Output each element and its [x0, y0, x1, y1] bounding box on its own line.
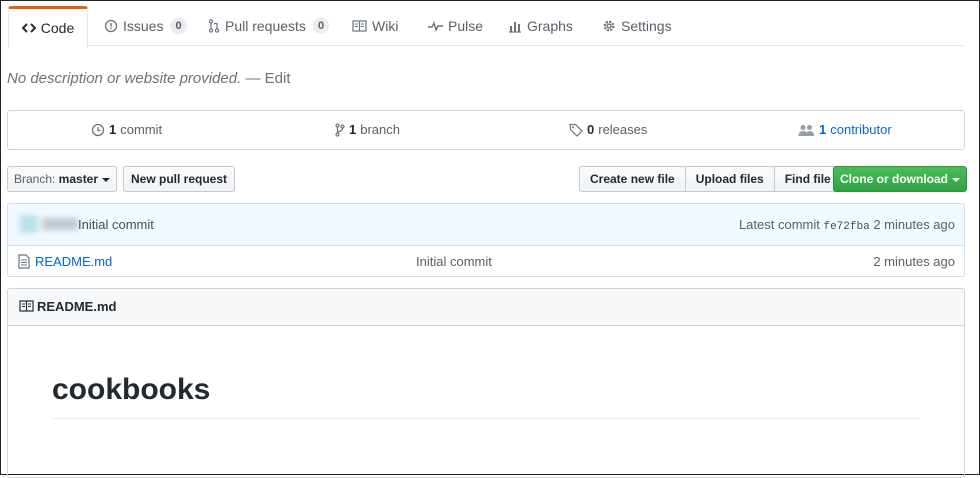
releases-count: 0 [587, 122, 595, 137]
branch-select-button[interactable]: Branch: master [7, 166, 117, 192]
new-pull-request-button[interactable]: New pull request [123, 166, 235, 192]
tab-pulse[interactable]: Pulse [428, 6, 483, 46]
dropdown-caret-icon [952, 177, 960, 182]
description-separator: — [245, 70, 261, 87]
tab-issues-label: Issues [123, 18, 164, 34]
issue-opened-icon [104, 19, 118, 33]
edit-description-link[interactable]: Edit [265, 70, 291, 87]
repo-description: No description or website provided. — Ed… [7, 70, 291, 87]
file-actions-group: Create new file Upload files Find file [579, 166, 842, 192]
code-icon [21, 23, 36, 33]
branch-prefix: Branch: [13, 172, 56, 186]
author-name-redacted [42, 218, 78, 230]
numbers-summary: 1 commit 1 branch 0 releases 1 contribut… [7, 110, 965, 150]
latest-commit-age: 2 minutes ago [873, 217, 955, 232]
description-text: No description or website provided. [7, 70, 242, 87]
clone-or-download-button[interactable]: Clone or download [833, 166, 967, 192]
branch-name: master [58, 172, 99, 186]
releases-link[interactable]: 0 releases [569, 111, 647, 149]
find-file-button[interactable]: Find file [773, 166, 842, 192]
history-icon [91, 123, 105, 137]
pull-requests-counter: 0 [312, 18, 330, 34]
tab-code[interactable]: Code [8, 6, 88, 47]
contributors-label: contributor [830, 122, 892, 137]
repo-nav-tabs: Code Issues 0 Pull requests 0 Wiki Pulse… [8, 6, 964, 47]
git-pull-request-icon [208, 19, 220, 33]
commits-label: commit [120, 122, 163, 137]
commits-count: 1 [109, 122, 117, 137]
branches-label: branch [360, 122, 400, 137]
tab-issues[interactable]: Issues 0 [104, 6, 187, 46]
latest-commit-message[interactable]: Initial commit [78, 217, 154, 232]
pulse-icon [428, 21, 443, 32]
create-new-file-button[interactable]: Create new file [579, 166, 686, 192]
book-icon [19, 300, 34, 312]
tab-pull-requests[interactable]: Pull requests 0 [208, 6, 330, 46]
readme-panel: README.md cookbooks [7, 288, 965, 478]
contributors-link[interactable]: 1 contributor [798, 111, 892, 149]
branches-link[interactable]: 1 branch [335, 111, 400, 149]
readme-header: README.md [8, 289, 964, 326]
gear-icon [603, 20, 615, 32]
releases-label: releases [598, 122, 648, 137]
clone-or-download-label: Clone or download [840, 172, 948, 186]
commit-sha[interactable]: fe72fba [823, 221, 869, 233]
dropdown-caret-icon [102, 177, 111, 182]
tag-icon [569, 123, 583, 137]
upload-files-button[interactable]: Upload files [684, 166, 775, 192]
latest-commit-meta: Latest commit fe72fba 2 minutes ago [739, 217, 955, 233]
issues-counter: 0 [170, 18, 187, 34]
tab-graphs-label: Graphs [527, 18, 573, 34]
book-icon [352, 20, 367, 32]
commits-link[interactable]: 1 commit [91, 111, 162, 149]
tab-wiki-label: Wiki [372, 18, 399, 34]
git-branch-icon [335, 123, 345, 137]
table-row: README.md Initial commit 2 minutes ago [8, 246, 964, 276]
tab-code-label: Code [40, 20, 75, 36]
tab-pulse-label: Pulse [448, 18, 484, 34]
organization-icon [798, 124, 814, 136]
tab-pull-requests-label: Pull requests [225, 18, 306, 34]
tab-wiki[interactable]: Wiki [352, 6, 398, 46]
file-name-link[interactable]: README.md [35, 254, 112, 269]
file-text-icon [18, 254, 30, 269]
heading-divider [52, 418, 920, 419]
readme-heading: cookbooks [52, 373, 211, 406]
tab-settings[interactable]: Settings [602, 6, 672, 46]
file-commit-message[interactable]: Initial commit [416, 254, 492, 269]
graph-icon [509, 21, 521, 33]
latest-commit-label: Latest commit [738, 217, 820, 232]
tab-graphs[interactable]: Graphs [508, 6, 573, 46]
author-avatar[interactable] [20, 215, 38, 233]
branches-count: 1 [349, 122, 357, 137]
tab-settings-label: Settings [621, 18, 672, 34]
readme-filename: README.md [37, 299, 117, 314]
latest-commit-bar: Initial commit Latest commit fe72fba 2 m… [8, 204, 964, 246]
contributors-count: 1 [819, 122, 827, 137]
file-age: 2 minutes ago [873, 254, 955, 269]
file-navigation-table: Initial commit Latest commit fe72fba 2 m… [7, 203, 965, 277]
